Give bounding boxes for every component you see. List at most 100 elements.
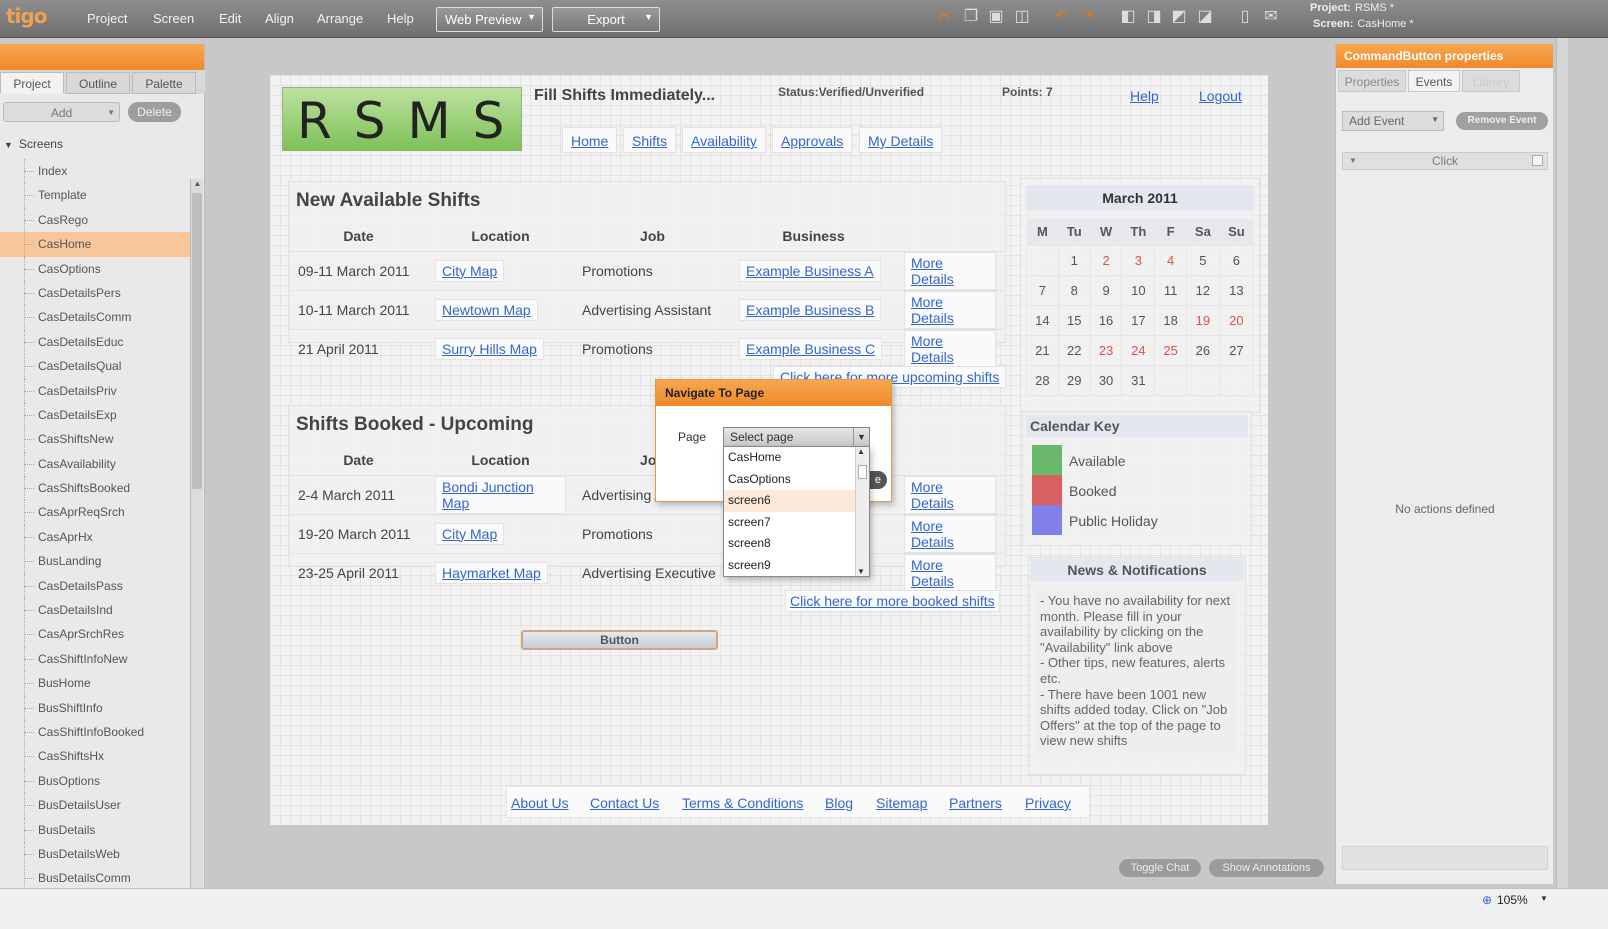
screen-tree-item[interactable]: BusHome — [0, 671, 190, 696]
calendar-day[interactable]: 5 — [1186, 244, 1220, 276]
screen-tree-item[interactable]: CasShiftInfoNew — [0, 646, 190, 672]
screen-tree-item[interactable]: CasDetailsPers — [0, 280, 190, 306]
screen-tree-item[interactable]: BusDetailsWeb — [0, 841, 190, 867]
screen-tree-item[interactable]: BusOptions — [0, 768, 190, 794]
business-link[interactable]: Example Business B — [739, 298, 882, 321]
preview-select[interactable]: Web Preview ▼ — [436, 7, 543, 32]
calendar-day[interactable]: 4 — [1154, 244, 1188, 276]
screen-tree-item[interactable]: Template — [0, 183, 190, 209]
tree-root-screens[interactable]: ▼ Screens — [4, 137, 63, 151]
more-details-link[interactable]: More Details — [904, 290, 996, 329]
screen-tree-item[interactable]: CasDetailsPriv — [0, 378, 190, 404]
tab-palette[interactable]: Palette — [132, 72, 196, 94]
export-select[interactable]: Export ▼ — [552, 7, 660, 32]
dropdown-option[interactable]: screen6 — [724, 490, 855, 512]
dropdown-option[interactable]: CasHome — [724, 447, 855, 469]
screen-tree-item[interactable]: CasDetailsExp — [0, 402, 190, 428]
more-booked-shifts[interactable]: Click here for more booked shifts — [785, 590, 1000, 612]
scrollbar-thumb[interactable] — [858, 465, 867, 479]
footer-blog[interactable]: Blog — [825, 795, 853, 811]
calendar-day[interactable]: 15 — [1057, 304, 1091, 336]
show-annotations-button[interactable]: Show Annotations — [1209, 859, 1324, 877]
footer-privacy[interactable]: Privacy — [1025, 795, 1071, 811]
calendar-day[interactable]: 22 — [1057, 334, 1091, 366]
calendar-day[interactable]: 16 — [1089, 304, 1123, 336]
calendar-day[interactable]: 18 — [1154, 304, 1188, 336]
screen-tree-item[interactable]: CasDetailsPass — [0, 573, 190, 599]
command-button[interactable]: Button — [521, 630, 718, 650]
menu-screen[interactable]: Screen — [153, 11, 194, 26]
calendar-day[interactable]: 26 — [1186, 334, 1220, 366]
dropdown-scrollbar[interactable]: ▲ ▼ — [855, 447, 869, 576]
calendar-day[interactable]: 8 — [1057, 274, 1091, 306]
calendar-day[interactable]: 25 — [1154, 334, 1188, 366]
screen-tree-item[interactable]: CasAprReqSrch — [0, 500, 190, 526]
business-link[interactable]: Example Business A — [739, 259, 881, 282]
dropdown-option[interactable]: screen7 — [724, 512, 855, 534]
location-map-link[interactable]: City Map — [435, 522, 505, 545]
bring-front-icon[interactable]: ◧ — [1117, 6, 1139, 28]
scrollbar-thumb[interactable] — [192, 193, 202, 489]
calendar-day[interactable]: 1 — [1057, 244, 1091, 276]
paste-icon[interactable]: ▣ — [985, 6, 1007, 28]
dropdown-option[interactable]: screen9 — [724, 555, 855, 577]
calendar-day[interactable]: 31 — [1121, 364, 1156, 396]
calendar-day[interactable]: 10 — [1121, 274, 1156, 306]
redo-icon[interactable]: ↷ — [1077, 6, 1099, 28]
screen-tree-item[interactable]: CasHome — [0, 232, 190, 257]
footer-sitemap[interactable]: Sitemap — [876, 795, 927, 811]
chevron-down-icon[interactable]: ▼ — [1540, 894, 1548, 903]
screen-tree-item[interactable]: CasDetailsComm — [0, 305, 190, 331]
calendar-day[interactable]: 19 — [1186, 304, 1220, 336]
screen-tree-item[interactable]: BusShiftInfo — [0, 695, 190, 721]
menu-arrange[interactable]: Arrange — [317, 11, 363, 26]
calendar-day[interactable]: 2 — [1089, 244, 1123, 276]
screen-tree-item[interactable]: CasShiftsBooked — [0, 476, 190, 501]
expand-icon[interactable] — [1532, 155, 1543, 166]
business-link[interactable]: Example Business C — [739, 337, 883, 360]
tab-properties[interactable]: Properties — [1338, 70, 1406, 92]
zoom-level[interactable]: 105% — [1497, 893, 1528, 907]
nav-home[interactable]: Home — [562, 127, 618, 153]
more-details-link[interactable]: More Details — [904, 514, 996, 553]
calendar-day[interactable]: 17 — [1121, 304, 1156, 336]
add-event-select[interactable]: Add Event ▼ — [1342, 111, 1444, 131]
calendar-day[interactable]: 14 — [1026, 304, 1059, 336]
chevron-down-icon[interactable]: ▼ — [853, 428, 869, 446]
screen-tree-item[interactable]: CasDetailsQual — [0, 354, 190, 379]
footer-contact[interactable]: Contact Us — [590, 795, 659, 811]
calendar-day[interactable]: 21 — [1026, 334, 1059, 366]
logout-link[interactable]: Logout — [1199, 88, 1242, 104]
calendar-day[interactable]: 3 — [1121, 244, 1156, 276]
screen-tree-item[interactable]: CasOptions — [0, 256, 190, 282]
toggle-chat-button[interactable]: Toggle Chat — [1119, 859, 1201, 877]
nav-home-link[interactable]: Home — [571, 133, 608, 149]
screen-tree-item[interactable]: CasAprHx — [0, 524, 190, 550]
screen-tree-item[interactable]: CasShiftInfoBooked — [0, 719, 190, 745]
bring-forward-icon[interactable]: ◨ — [1143, 6, 1165, 28]
calendar-day[interactable]: 29 — [1057, 364, 1091, 396]
screen-tree-item[interactable]: CasDetailsInd — [0, 598, 190, 623]
screen-tree-item[interactable]: BusDetails — [0, 817, 190, 843]
nav-approvals-link[interactable]: Approvals — [781, 133, 843, 149]
calendar-day[interactable]: 11 — [1154, 274, 1188, 306]
footer-terms[interactable]: Terms & Conditions — [682, 795, 803, 811]
screen-tree-item[interactable]: CasShiftsNew — [0, 427, 190, 453]
menu-align[interactable]: Align — [265, 11, 294, 26]
dropdown-option[interactable]: screen8 — [724, 533, 855, 555]
remove-event-button[interactable]: Remove Event — [1456, 112, 1548, 130]
location-map-link[interactable]: Bondi Junction Map — [435, 475, 566, 514]
screen-tree-item[interactable]: BusLanding — [0, 549, 190, 575]
location-map-link[interactable]: Newtown Map — [435, 298, 538, 321]
undo-icon[interactable]: ↶ — [1051, 6, 1073, 28]
calendar-day[interactable]: 12 — [1186, 274, 1220, 306]
page-icon[interactable]: ▯ — [1234, 6, 1256, 28]
window-scrollbar[interactable] — [1556, 38, 1568, 888]
calendar-day[interactable]: 13 — [1218, 274, 1255, 306]
mail-icon[interactable]: ✉ — [1260, 6, 1282, 28]
nav-approvals[interactable]: Approvals — [772, 127, 853, 153]
more-booked-link[interactable]: Click here for more booked shifts — [790, 593, 995, 609]
calendar-day[interactable]: 20 — [1218, 304, 1255, 336]
collapse-icon[interactable]: ▼ — [4, 140, 13, 150]
screen-tree-item[interactable]: BusDetailsUser — [0, 793, 190, 818]
